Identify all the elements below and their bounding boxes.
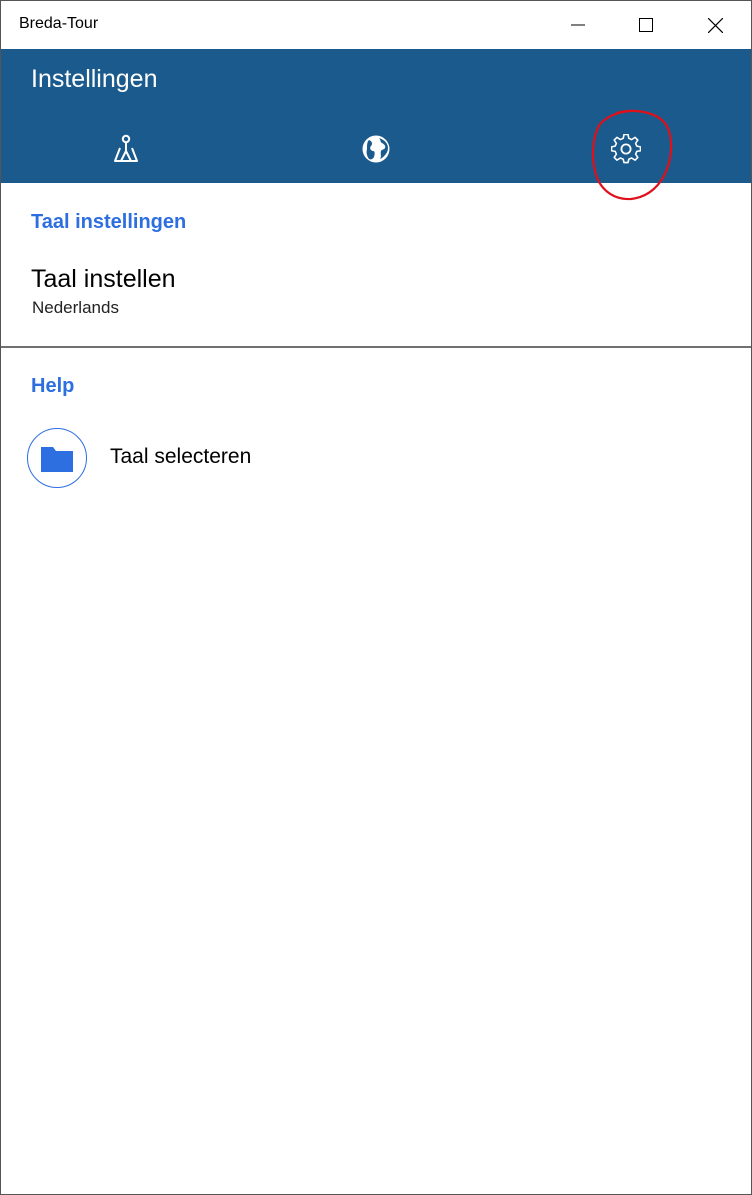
tab-map[interactable] [1,115,251,183]
maximize-icon [639,18,653,32]
globe-icon [362,135,390,163]
section-divider [1,346,751,348]
title-bar: Breda-Tour [1,1,751,49]
minimize-icon [571,24,585,26]
close-icon [707,17,723,33]
language-section-heading: Taal instellingen [31,211,187,233]
close-button[interactable] [681,1,749,49]
page-header: Instellingen [1,49,751,183]
tab-settings[interactable] [501,115,751,183]
maximize-button[interactable] [612,1,680,49]
help-section-heading: Help [31,375,75,397]
page-title: Instellingen [31,65,158,93]
selected-tab-indicator [501,179,751,183]
window-title: Breda-Tour [19,15,99,32]
language-setting-value: Nederlands [32,298,119,317]
help-item-icon-circle [27,428,87,488]
minimize-button[interactable] [544,1,612,49]
help-item-label: Taal selecteren [110,445,252,468]
map-icon [114,134,138,162]
gear-icon [611,134,641,164]
tab-globe[interactable] [251,115,501,183]
folder-icon [41,446,73,472]
app-window: Breda-Tour Instellingen Taal instellinge… [0,0,752,1195]
select-language-item[interactable]: Taal selecteren [1,425,751,493]
language-setting-label: Taal instellen [31,265,176,293]
